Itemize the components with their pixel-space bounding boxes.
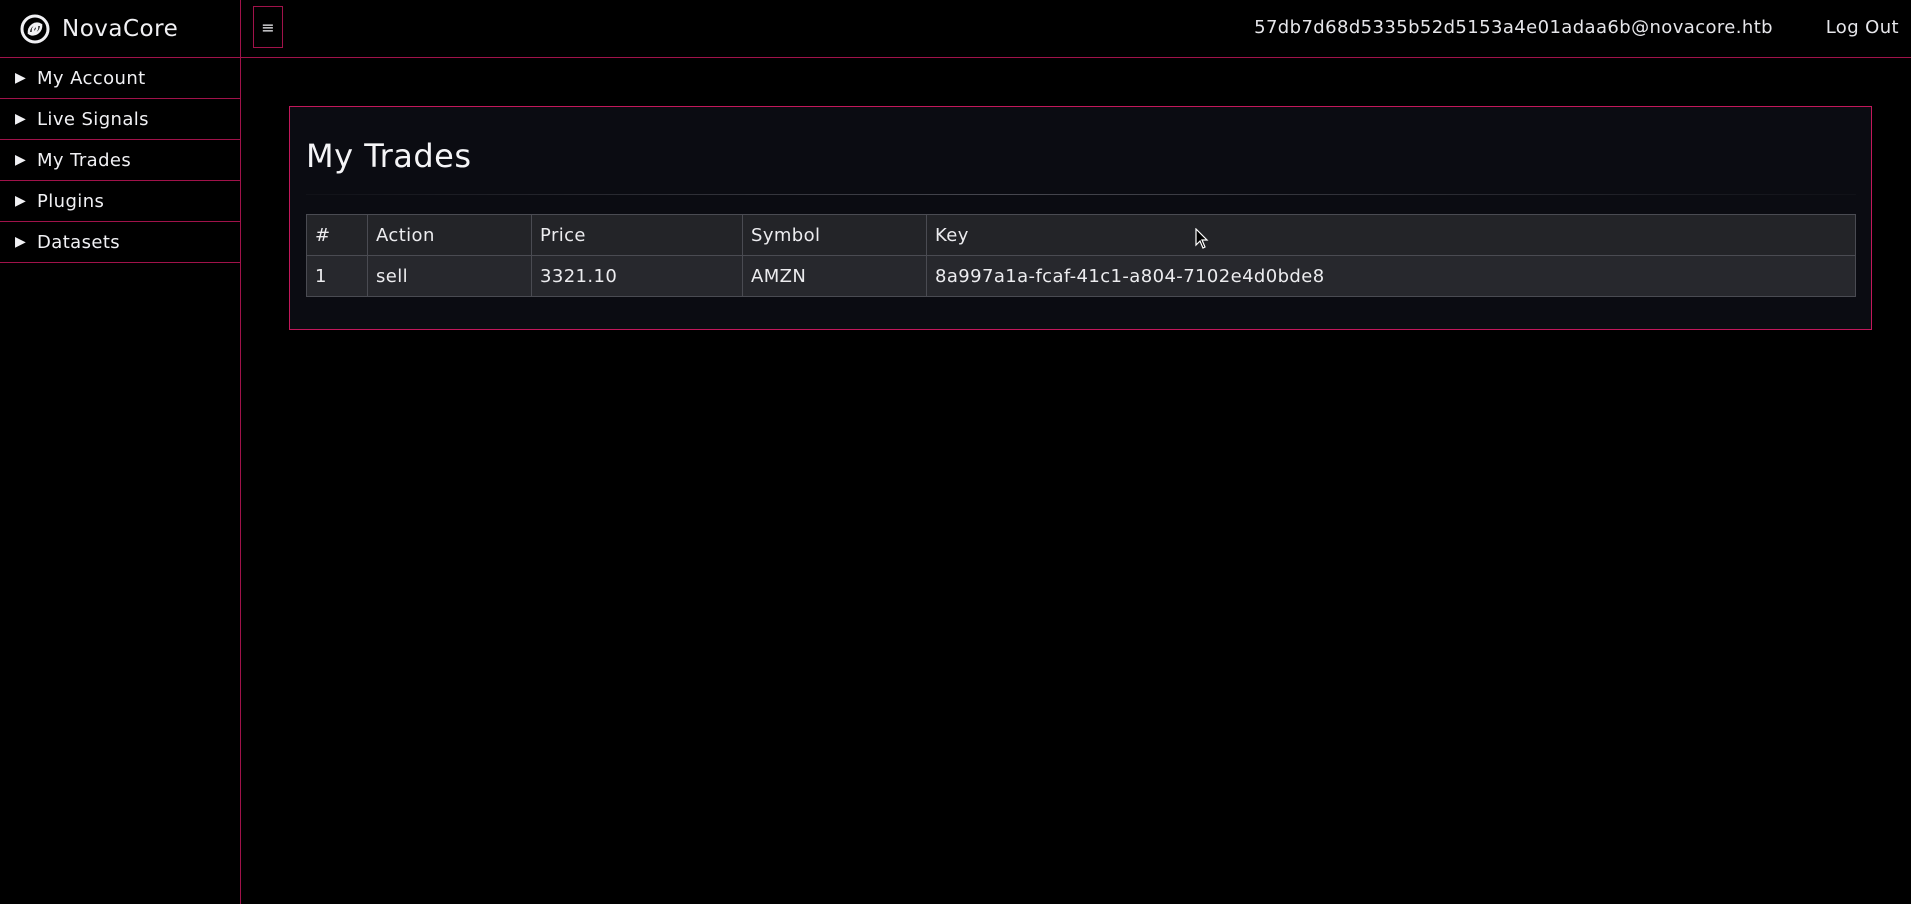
logout-link[interactable]: Log Out (1826, 17, 1899, 38)
column-header-symbol: Symbol (742, 214, 927, 256)
menu-toggle-button[interactable]: ≡ (253, 6, 283, 48)
column-header-price: Price (531, 214, 743, 256)
sidebar-item-label: My Trades (37, 149, 132, 171)
sidebar-item-plugins[interactable]: ▶ Plugins (0, 181, 240, 222)
sidebar-item-live-signals[interactable]: ▶ Live Signals (0, 99, 240, 140)
topbar: ≡ 57db7d68d5335b52d5153a4e01adaa6b@novac… (241, 0, 1911, 58)
triangle-right-icon: ▶ (15, 234, 26, 250)
page-title: My Trades (306, 137, 472, 175)
trades-card: My Trades # Action Price Symbol Key 1 se… (289, 106, 1872, 330)
column-header-action: Action (367, 214, 532, 256)
brand-name: NovaCore (62, 15, 179, 42)
hamburger-icon: ≡ (261, 17, 275, 37)
cell-number: 1 (306, 255, 368, 297)
mouse-cursor-icon (1195, 228, 1209, 249)
sidebar-item-label: Datasets (37, 231, 121, 253)
cell-price: 3321.10 (531, 255, 743, 297)
sidebar-item-my-account[interactable]: ▶ My Account (0, 58, 240, 99)
table-row: 1 sell 3321.10 AMZN 8a997a1a-fcaf-41c1-a… (306, 255, 1856, 297)
brand[interactable]: NovaCore (0, 0, 240, 58)
triangle-right-icon: ▶ (15, 193, 26, 209)
sidebar: NovaCore ▶ My Account ▶ Live Signals ▶ M… (0, 0, 241, 904)
triangle-right-icon: ▶ (15, 111, 26, 127)
title-divider (306, 194, 1856, 195)
column-header-number: # (306, 214, 368, 256)
cell-key: 8a997a1a-fcaf-41c1-a804-7102e4d0bde8 (926, 255, 1856, 297)
sidebar-item-label: Plugins (37, 190, 105, 212)
swirl-logo-icon (20, 14, 50, 43)
sidebar-item-label: Live Signals (37, 108, 149, 130)
user-email: 57db7d68d5335b52d5153a4e01adaa6b@novacor… (1254, 17, 1773, 38)
column-header-key: Key (926, 214, 1856, 256)
cell-symbol: AMZN (742, 255, 927, 297)
sidebar-item-datasets[interactable]: ▶ Datasets (0, 222, 240, 263)
table-header-row: # Action Price Symbol Key (306, 214, 1856, 256)
triangle-right-icon: ▶ (15, 152, 26, 168)
triangle-right-icon: ▶ (15, 70, 26, 86)
cell-action: sell (367, 255, 532, 297)
trades-table: # Action Price Symbol Key 1 sell 3321.10… (306, 214, 1856, 297)
sidebar-item-label: My Account (37, 67, 146, 89)
sidebar-item-my-trades[interactable]: ▶ My Trades (0, 140, 240, 181)
